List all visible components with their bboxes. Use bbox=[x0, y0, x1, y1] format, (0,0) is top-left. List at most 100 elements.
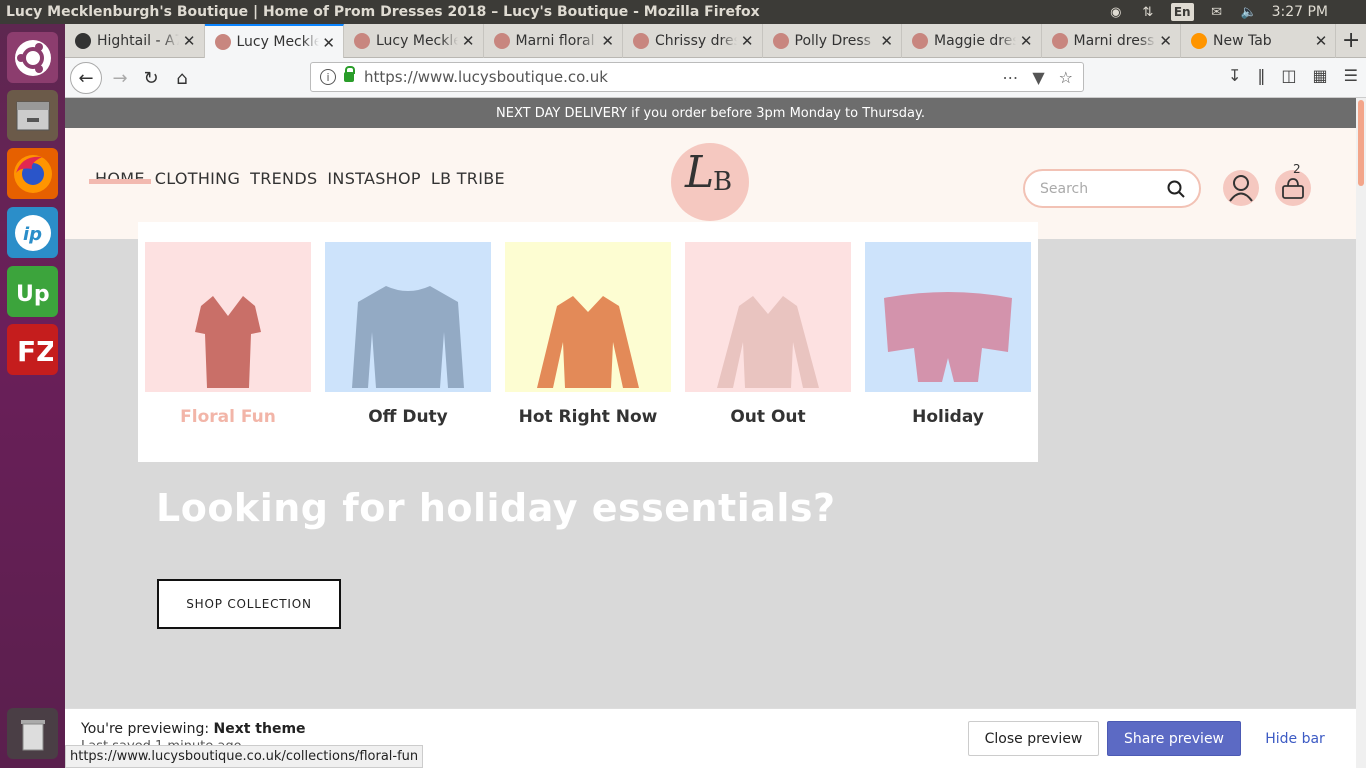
category-label[interactable]: Holiday bbox=[865, 407, 1031, 427]
preview-theme-name: Next theme bbox=[213, 721, 306, 737]
account-button[interactable] bbox=[1223, 170, 1259, 206]
url-bar[interactable]: i https://www.lucysboutique.co.uk ⋯ ▼ ☆ bbox=[310, 62, 1084, 92]
preview-label: You're previewing: bbox=[81, 721, 210, 737]
category-image bbox=[685, 242, 851, 392]
category-off-duty[interactable]: Off Duty bbox=[325, 242, 491, 427]
category-hot-right-now[interactable]: Hot Right Now bbox=[505, 242, 671, 427]
tab-label: Chrissy dres bbox=[655, 33, 737, 49]
ubuntu-icon[interactable] bbox=[7, 32, 58, 83]
firefox-icon bbox=[1191, 33, 1207, 49]
category-label[interactable]: Floral Fun bbox=[145, 407, 311, 427]
clock[interactable]: 3:27 PM bbox=[1272, 4, 1328, 20]
url-actions: ⋯ ▼ ☆ bbox=[1002, 68, 1073, 87]
tab-lucy[interactable]: Lucy Meckle ✕ bbox=[344, 24, 484, 58]
tab-maggie[interactable]: Maggie dres ✕ bbox=[902, 24, 1042, 58]
hero-title: Looking for holiday essentials? bbox=[156, 486, 836, 530]
hide-bar-button[interactable]: Hide bar bbox=[1255, 721, 1335, 756]
keyboard-layout[interactable]: En bbox=[1170, 3, 1194, 21]
nav-lb-tribe[interactable]: LB TRIBE bbox=[431, 169, 505, 188]
tab-marni-floral[interactable]: Marni floral ✕ bbox=[484, 24, 623, 58]
tab-hightail[interactable]: Hightail - A7 ✕ bbox=[65, 24, 205, 58]
tab-label: Lucy Meckle bbox=[236, 34, 319, 50]
window-title: Lucy Mecklenburgh's Boutique | Home of P… bbox=[6, 4, 760, 20]
share-preview-button[interactable]: Share preview bbox=[1107, 721, 1241, 756]
status-link-url: https://www.lucysboutique.co.uk/collecti… bbox=[65, 745, 424, 768]
nav-instashop[interactable]: INSTASHOP bbox=[327, 169, 420, 188]
search-input[interactable]: Search bbox=[1023, 169, 1201, 208]
tab-label: Polly Dress bbox=[794, 33, 871, 49]
nav-trends[interactable]: TRENDS bbox=[250, 169, 317, 188]
category-label[interactable]: Out Out bbox=[685, 407, 851, 427]
category-floral-fun[interactable]: Floral Fun bbox=[145, 242, 311, 427]
volume-icon[interactable]: 🔈 bbox=[1240, 4, 1258, 20]
clothing-mega-menu: Floral Fun Off Duty Hot Right Now Out Ou… bbox=[138, 222, 1038, 462]
category-out-out[interactable]: Out Out bbox=[685, 242, 851, 427]
close-icon[interactable]: ✕ bbox=[1315, 32, 1328, 50]
close-icon[interactable]: ✕ bbox=[462, 32, 475, 50]
tab-strip: Hightail - A7 ✕ Lucy Meckle ✕ Lucy Meckle ✕… bbox=[65, 24, 1366, 58]
upwork-icon[interactable]: Up bbox=[7, 266, 58, 317]
firefox-icon[interactable] bbox=[7, 148, 58, 199]
lock-icon bbox=[344, 66, 355, 82]
back-button[interactable]: ← bbox=[70, 62, 102, 94]
category-image bbox=[325, 242, 491, 392]
library-icon[interactable]: ‖ bbox=[1257, 66, 1265, 85]
forward-button[interactable]: → bbox=[106, 64, 134, 92]
page-actions-icon[interactable]: ⋯ bbox=[1002, 68, 1018, 87]
svg-text:Up: Up bbox=[16, 282, 50, 307]
tab-favicon bbox=[633, 33, 649, 49]
cart-button[interactable]: 2 bbox=[1275, 162, 1311, 206]
category-label[interactable]: Hot Right Now bbox=[505, 407, 671, 427]
page-scrollbar[interactable] bbox=[1356, 98, 1366, 768]
close-icon[interactable]: ✕ bbox=[183, 32, 196, 50]
close-icon[interactable]: ✕ bbox=[322, 34, 335, 52]
download-icon[interactable]: ↧ bbox=[1228, 66, 1241, 85]
tab-chrissy[interactable]: Chrissy dres ✕ bbox=[623, 24, 763, 58]
chat-icon[interactable]: ◉ bbox=[1107, 4, 1125, 20]
preview-message: You're previewing: Next theme bbox=[81, 721, 306, 737]
filezilla-icon[interactable]: FZ bbox=[7, 324, 58, 375]
tab-polly[interactable]: Polly Dress ✕ bbox=[763, 24, 902, 58]
scrollbar-thumb[interactable] bbox=[1358, 100, 1364, 186]
close-preview-button[interactable]: Close preview bbox=[968, 721, 1099, 756]
home-icon[interactable]: ⌂ bbox=[168, 64, 196, 92]
close-icon[interactable]: ✕ bbox=[1020, 32, 1033, 50]
extension-icon[interactable]: ▦ bbox=[1313, 66, 1328, 85]
tab-favicon bbox=[772, 33, 789, 49]
main-nav: HOME CLOTHING TRENDS INSTASHOP LB TRIBE bbox=[89, 169, 505, 188]
close-icon[interactable]: ✕ bbox=[880, 32, 893, 50]
files-icon[interactable] bbox=[7, 90, 58, 141]
category-holiday[interactable]: Holiday bbox=[865, 242, 1031, 427]
nav-home[interactable]: HOME bbox=[89, 169, 151, 188]
close-icon[interactable]: ✕ bbox=[741, 32, 754, 50]
tab-favicon bbox=[214, 34, 231, 50]
sidebar-icon[interactable]: ◫ bbox=[1281, 66, 1296, 85]
tab-label: Lucy Meckle bbox=[376, 33, 458, 49]
pocket-icon[interactable]: ▼ bbox=[1032, 68, 1044, 87]
tab-new[interactable]: New Tab ✕ bbox=[1181, 24, 1337, 58]
category-image bbox=[145, 242, 311, 392]
close-icon[interactable]: ✕ bbox=[1159, 32, 1172, 50]
trash-icon[interactable] bbox=[7, 708, 58, 759]
ip-app-icon[interactable]: ip bbox=[7, 207, 58, 258]
network-icon[interactable]: ⇅ bbox=[1139, 4, 1157, 20]
new-tab-button[interactable]: + bbox=[1336, 24, 1366, 57]
search-icon[interactable] bbox=[1167, 180, 1185, 198]
info-icon[interactable]: i bbox=[320, 69, 336, 85]
tab-label: Hightail - A7 bbox=[97, 33, 179, 49]
bookmark-star-icon[interactable]: ☆ bbox=[1059, 68, 1073, 87]
tab-label: Maggie dres bbox=[934, 33, 1016, 49]
close-icon[interactable]: ✕ bbox=[601, 32, 614, 50]
category-image bbox=[505, 242, 671, 392]
category-label[interactable]: Off Duty bbox=[325, 407, 491, 427]
nav-clothing[interactable]: CLOTHING bbox=[155, 169, 240, 188]
mail-icon[interactable]: ✉ bbox=[1208, 4, 1226, 20]
shop-collection-button[interactable]: SHOP COLLECTION bbox=[157, 579, 341, 629]
reload-button[interactable]: ↻ bbox=[137, 64, 165, 92]
tab-favicon bbox=[912, 33, 928, 49]
cart-count: 2 bbox=[1293, 162, 1301, 176]
menu-icon[interactable]: ☰ bbox=[1344, 66, 1358, 85]
tab-marni-dress[interactable]: Marni dress ✕ bbox=[1042, 24, 1181, 58]
site-logo[interactable]: L B bbox=[671, 143, 749, 221]
tab-lucy-active[interactable]: Lucy Meckle ✕ bbox=[204, 24, 344, 58]
